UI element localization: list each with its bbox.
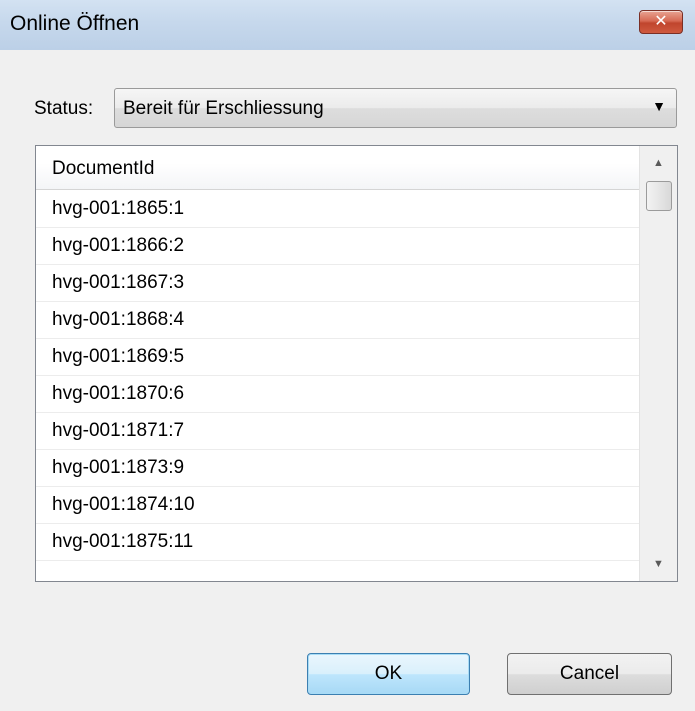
list-item[interactable]: hvg-001:1873:9	[36, 450, 639, 487]
list-item[interactable]: hvg-001:1870:6	[36, 376, 639, 413]
scroll-up-icon: ▲	[653, 157, 664, 169]
list-item[interactable]: hvg-001:1875:11	[36, 524, 639, 561]
scroll-down-icon: ▼	[653, 558, 664, 570]
scroll-up-button[interactable]: ▲	[640, 146, 677, 180]
cancel-button[interactable]: Cancel	[507, 653, 672, 695]
list-item[interactable]: hvg-001:1865:1	[36, 191, 639, 228]
status-dropdown[interactable]: Bereit für Erschliessung ▼	[114, 88, 677, 128]
status-selected-value: Bereit für Erschliessung	[123, 98, 324, 119]
title-bar: Online Öffnen ✕	[0, 0, 695, 50]
scroll-thumb[interactable]	[646, 181, 672, 211]
list-item[interactable]: hvg-001:1866:2	[36, 228, 639, 265]
vertical-scrollbar[interactable]: ▲ ▼	[639, 146, 677, 581]
close-button[interactable]: ✕	[639, 10, 683, 34]
list-item[interactable]: hvg-001:1869:5	[36, 339, 639, 376]
window-title: Online Öffnen	[10, 12, 140, 35]
list-rows: hvg-001:1865:1 hvg-001:1866:2 hvg-001:18…	[36, 191, 639, 561]
status-label: Status:	[34, 98, 94, 119]
close-icon: ✕	[654, 13, 668, 30]
list-item[interactable]: hvg-001:1867:3	[36, 265, 639, 302]
chevron-down-icon: ▼	[652, 98, 666, 114]
list-item[interactable]: hvg-001:1868:4	[36, 302, 639, 339]
document-list[interactable]: DocumentId hvg-001:1865:1 hvg-001:1866:2…	[35, 145, 678, 582]
scroll-down-button[interactable]: ▼	[640, 547, 677, 581]
column-header-documentid[interactable]: DocumentId	[36, 146, 639, 190]
ok-button[interactable]: OK	[307, 653, 470, 695]
list-item[interactable]: hvg-001:1871:7	[36, 413, 639, 450]
list-item[interactable]: hvg-001:1874:10	[36, 487, 639, 524]
column-header-label: DocumentId	[52, 158, 155, 179]
